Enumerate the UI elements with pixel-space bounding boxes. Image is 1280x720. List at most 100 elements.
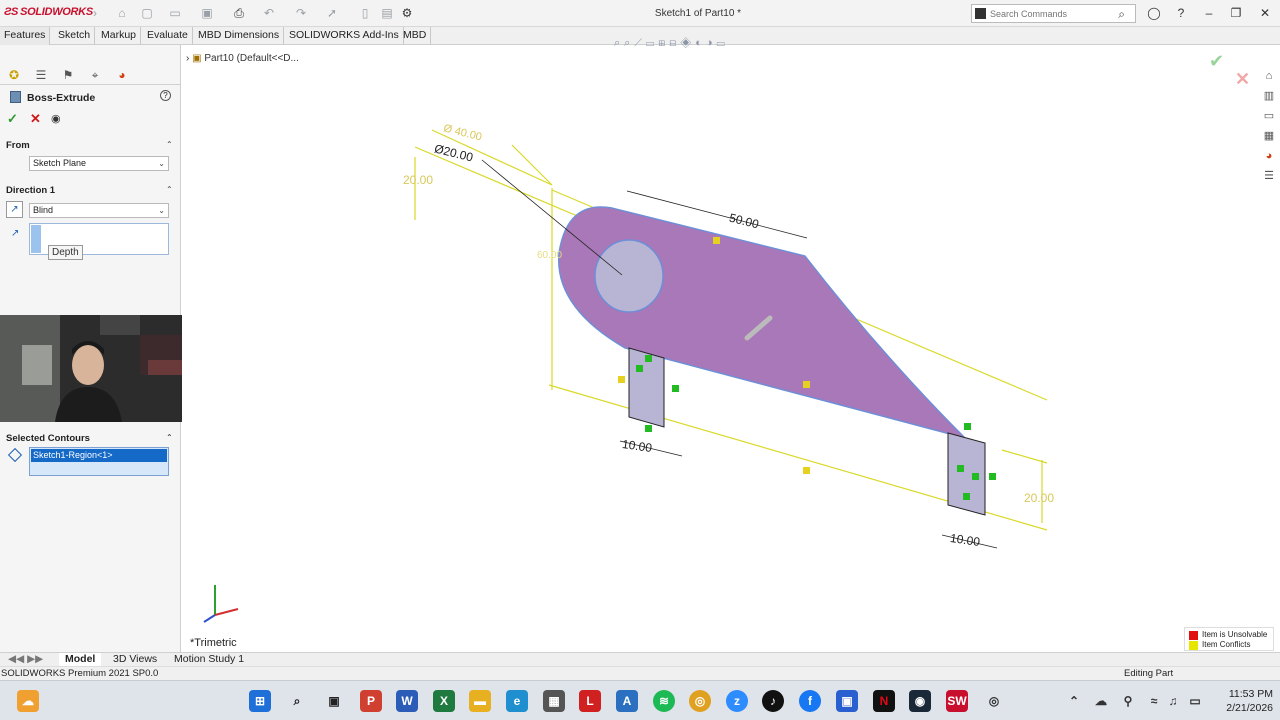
tab-markup[interactable]: Markup (97, 27, 142, 45)
tray-expand-icon[interactable]: ⌃ (1063, 690, 1085, 712)
from-section-header[interactable]: From (6, 140, 30, 151)
dim-height-vertical[interactable]: 60.00 (537, 250, 562, 261)
chevron-up-icon[interactable]: ⌃ (166, 185, 173, 194)
print-icon[interactable]: ⎙ (232, 6, 246, 20)
tab-solidworks-addins[interactable]: SOLIDWORKS Add-Ins (285, 27, 404, 45)
search-commands-box[interactable]: ⌕ (971, 4, 1136, 23)
direction1-section-header[interactable]: Direction 1 (6, 185, 55, 196)
search-icon[interactable]: ⌕ (1118, 7, 1125, 22)
start-icon[interactable]: ⊞ (249, 690, 271, 712)
redo-icon[interactable]: ↷ (294, 6, 308, 20)
zoom-icon[interactable]: z (726, 690, 748, 712)
dim-hole-diameter[interactable]: Ø20.00 (433, 141, 475, 164)
open-folder-icon[interactable]: ▭ (168, 6, 182, 20)
confirm-cancel-icon[interactable]: ✕ (1235, 69, 1250, 90)
dim-length-top[interactable]: 50.00 (728, 211, 761, 232)
steam-icon[interactable]: ◉ (909, 690, 931, 712)
select-arrow-icon[interactable]: ➚ (325, 6, 339, 20)
dim-outer-diameter[interactable]: Ø 40.00 (442, 122, 483, 143)
tab-3d-views[interactable]: 3D Views (107, 653, 163, 667)
file-properties-icon[interactable]: ▤ (380, 6, 394, 20)
graphics-area[interactable]: › ▣ Part10 (Default<<D... ⌕⌕⟋▭⊞⊟◈◐◑▭ Ø 4… (182, 37, 1274, 652)
undo-icon[interactable]: ↶ (262, 6, 276, 20)
expand-arrow-icon[interactable]: › (186, 53, 189, 64)
chevron-up-icon[interactable]: ⌃ (166, 433, 173, 442)
dim-offset-left[interactable]: 20.00 (403, 173, 433, 187)
minimize-icon[interactable]: – (1202, 6, 1216, 20)
selected-contours-header[interactable]: Selected Contours (6, 433, 90, 444)
dim-left-thickness[interactable]: 10.00 (621, 437, 653, 455)
display-manager-icon[interactable]: ◕ (114, 67, 130, 83)
netflix-icon[interactable]: N (873, 690, 895, 712)
spotify-icon[interactable]: ≋ (653, 690, 675, 712)
app-blue-icon[interactable]: ▣ (836, 690, 858, 712)
tab-features[interactable]: Features (0, 27, 51, 45)
edge-icon[interactable]: e (506, 690, 528, 712)
clock[interactable]: 11:53 PM 2/21/2026 (1218, 687, 1273, 715)
new-document-icon[interactable]: ▢ (140, 6, 154, 20)
design-library-icon[interactable]: ▥ (1262, 89, 1276, 103)
rebuild-icon[interactable]: ▯ (358, 6, 372, 20)
home-icon[interactable]: ⌂ (1262, 69, 1276, 83)
task-view-icon[interactable]: ▣ (323, 690, 345, 712)
tab-mbd-dimensions[interactable]: MBD Dimensions (194, 27, 285, 45)
search-icon[interactable]: ⌕ (286, 690, 308, 712)
ai-app-icon[interactable]: A (616, 690, 638, 712)
tab-sketch[interactable]: Sketch (54, 27, 96, 45)
cancel-button[interactable]: ✕ (30, 111, 41, 127)
tab-motion-study[interactable]: Motion Study 1 (168, 653, 250, 667)
reverse-direction-icon[interactable]: ↗ (6, 201, 23, 218)
tiktok-icon[interactable]: ♪ (762, 690, 784, 712)
dim-right-thickness[interactable]: 10.00 (949, 531, 981, 549)
feature-tree-icon[interactable]: ✪ (6, 67, 22, 83)
end-condition-dropdown[interactable]: Blind ⌄ (29, 203, 169, 218)
help-icon[interactable]: ? (1174, 6, 1188, 20)
volume-icon[interactable]: ♫ (1162, 690, 1184, 712)
heads-up-toolbar[interactable]: ⌕⌕⟋▭⊞⊟◈◐◑▭ (614, 37, 729, 51)
word-icon[interactable]: W (396, 690, 418, 712)
options-gear-icon[interactable]: ⚙ (400, 6, 414, 20)
user-account-icon[interactable]: ◯ (1147, 6, 1161, 20)
file-explorer-icon[interactable]: ▭ (1262, 109, 1276, 123)
weather-icon[interactable]: ☁ (17, 690, 39, 712)
feature-tree-root[interactable]: › ▣ Part10 (Default<<D... (186, 53, 299, 64)
cloud-icon[interactable]: ☁ (1090, 690, 1112, 712)
chrome-icon[interactable]: ◎ (689, 690, 711, 712)
chevron-up-icon[interactable]: ⌃ (166, 140, 173, 149)
dim-right-height[interactable]: 20.00 (1024, 491, 1054, 505)
tab-mbd[interactable]: MBD (399, 27, 432, 45)
app-l-icon[interactable]: L (579, 690, 601, 712)
battery-icon[interactable]: ▭ (1184, 690, 1206, 712)
confirm-check-icon[interactable]: ✔ (1209, 51, 1224, 72)
configuration-manager-icon[interactable]: ⚑ (60, 67, 76, 83)
file-explorer-icon[interactable]: ▬ (469, 690, 491, 712)
from-dropdown[interactable]: Sketch Plane ⌄ (29, 156, 169, 171)
store-icon[interactable]: ▦ (543, 690, 565, 712)
help-icon[interactable]: ? (160, 90, 171, 101)
appearances-icon[interactable]: ◕ (1262, 149, 1276, 163)
save-icon[interactable]: ▣ (200, 6, 214, 20)
property-manager-icon[interactable]: ☰ (33, 67, 49, 83)
facebook-icon[interactable]: f (799, 690, 821, 712)
selected-contours-list[interactable]: Sketch1-Region<1> (29, 447, 169, 476)
tab-evaluate[interactable]: Evaluate (143, 27, 193, 45)
obs-icon[interactable]: ◎ (983, 690, 1005, 712)
solidworks-logo[interactable]: ƧS SOLIDWORKS (4, 6, 93, 18)
custom-properties-icon[interactable]: ☰ (1262, 169, 1276, 183)
home-icon[interactable]: ⌂ (115, 6, 129, 20)
view-palette-icon[interactable]: ▦ (1262, 129, 1276, 143)
contour-list-item[interactable]: Sketch1-Region<1> (31, 449, 167, 462)
pdf-app-icon[interactable]: P (360, 690, 382, 712)
excel-icon[interactable]: X (433, 690, 455, 712)
search-input[interactable] (990, 7, 1110, 21)
dimxpert-icon[interactable]: ⌖ (87, 67, 103, 83)
close-icon[interactable]: ✕ (1258, 6, 1272, 20)
ok-button[interactable]: ✓ (7, 111, 18, 127)
tab-model[interactable]: Model (59, 653, 102, 667)
solidworks-taskbar-icon[interactable]: SW (946, 690, 968, 712)
detailed-preview-icon[interactable]: ◉ (51, 112, 61, 125)
restore-icon[interactable]: ❐ (1229, 6, 1243, 20)
menu-expand-icon[interactable]: › (88, 6, 102, 20)
scroll-arrows-icon[interactable]: ◀◀ ▶▶ (2, 653, 49, 667)
microphone-icon[interactable]: ⚲ (1117, 690, 1139, 712)
